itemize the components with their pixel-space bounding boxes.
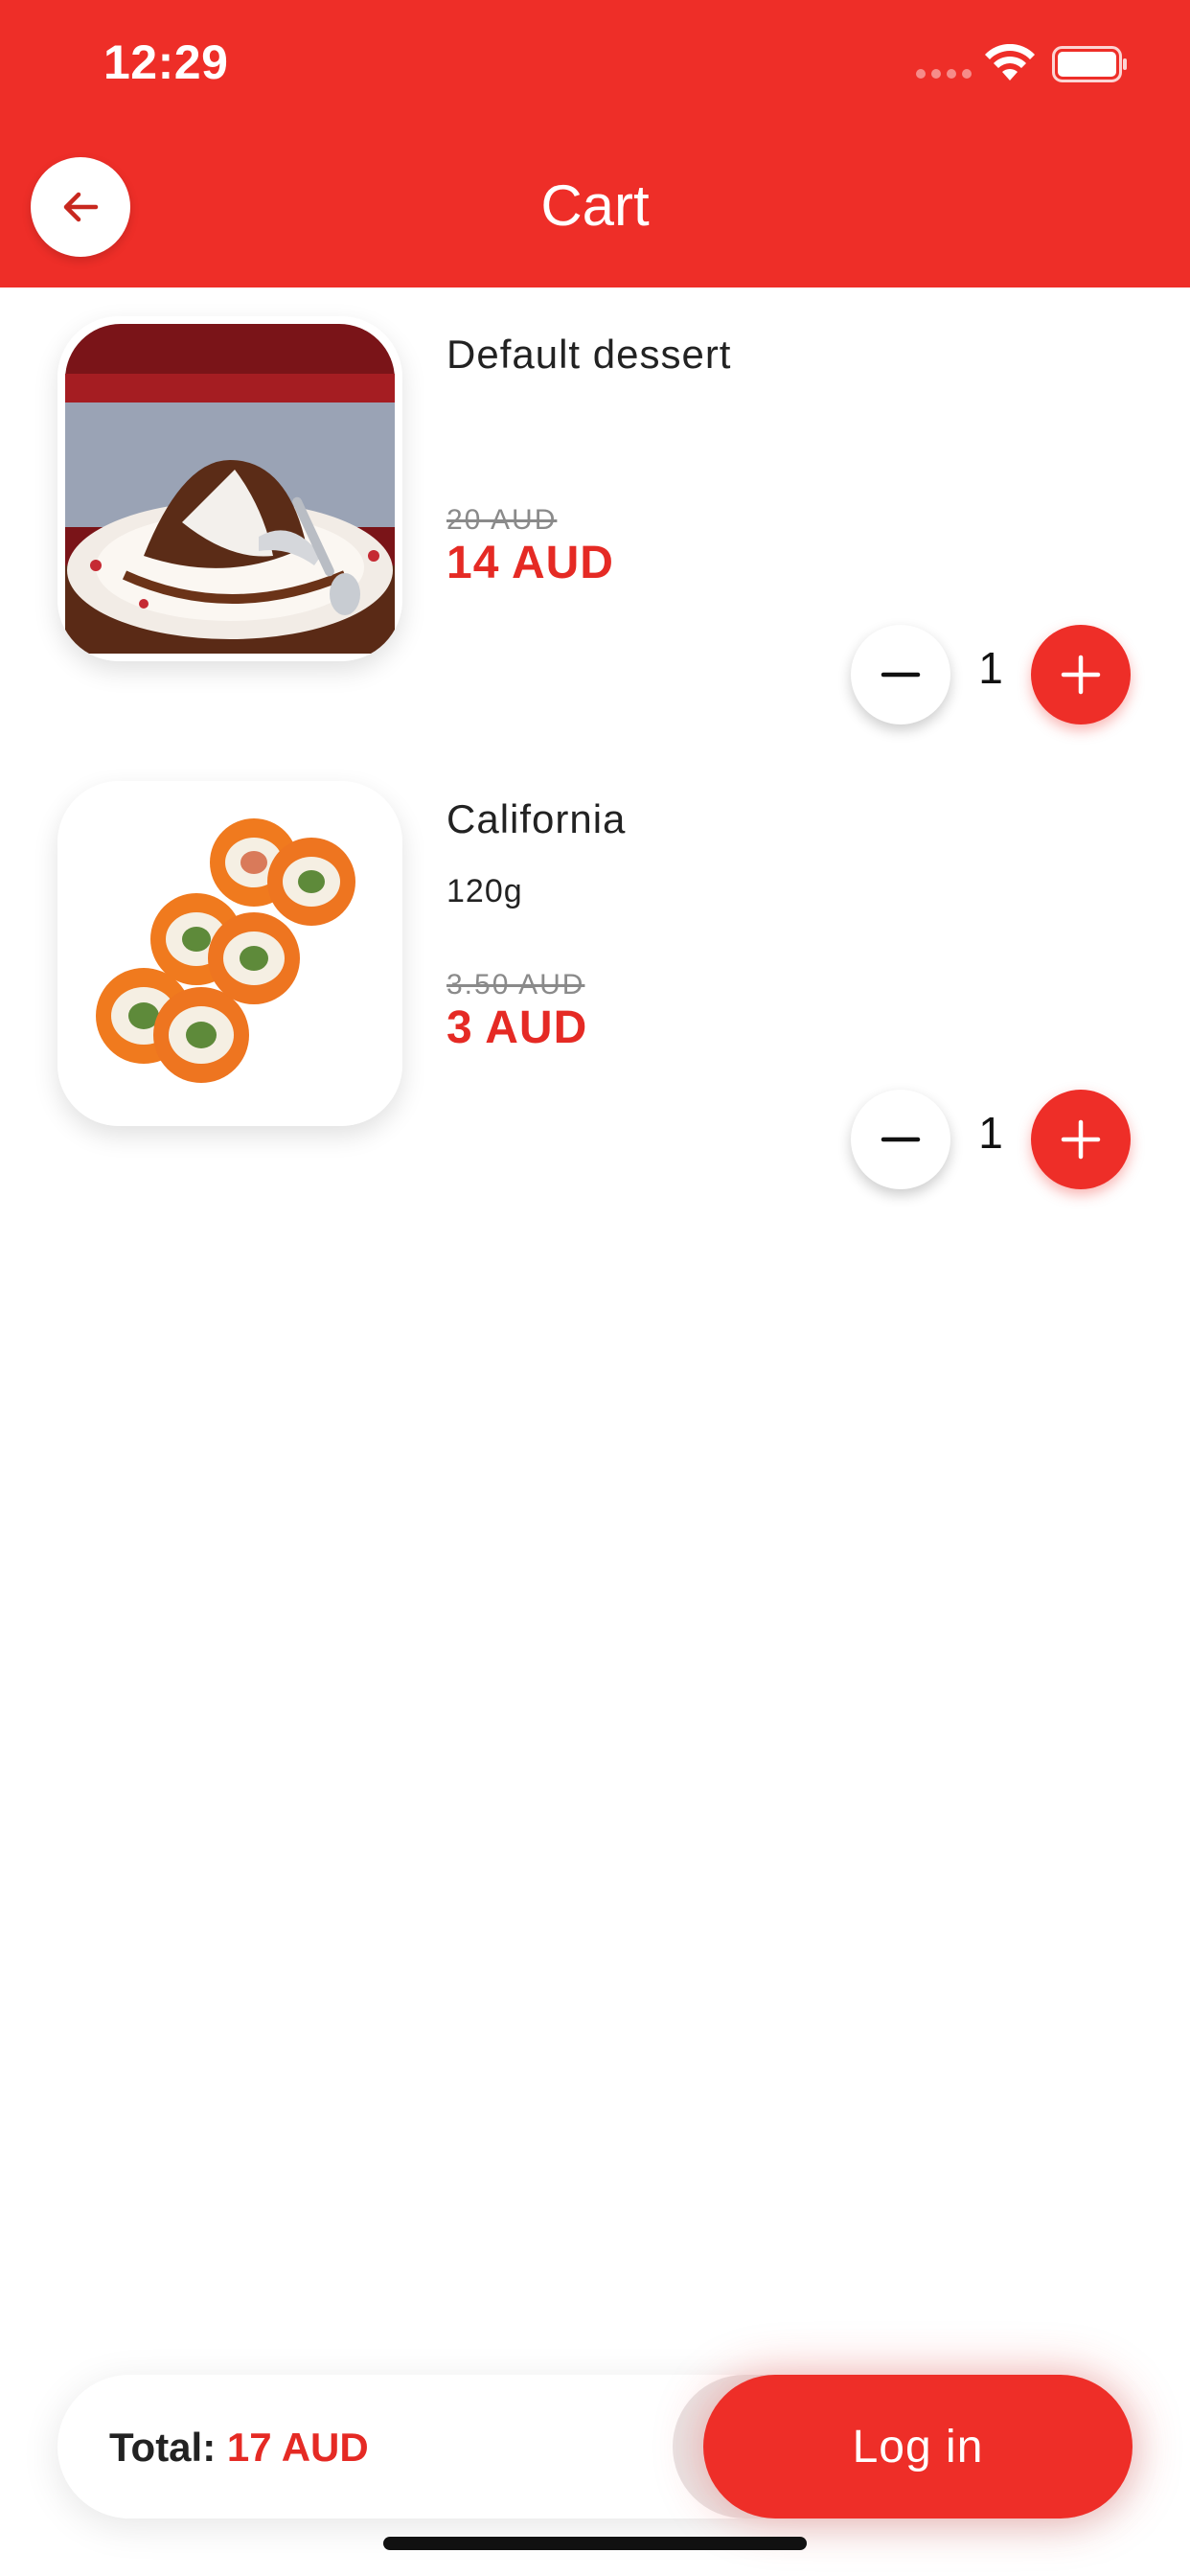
decrease-quantity-button[interactable] [851, 1090, 950, 1189]
cart-item: California 120g 3.50 AUD 3 AUD 1 [0, 781, 1190, 1189]
checkout-bar: Total: 17 AUD Log in [57, 2375, 1133, 2518]
product-name: Default dessert [446, 332, 732, 377]
quantity-value: 1 [978, 1108, 1003, 1158]
product-weight: 120g [446, 873, 523, 909]
product-image-california-roll-sushi[interactable] [57, 781, 402, 1126]
cart-item: Default dessert 20 AUD 14 AUD 1 [0, 316, 1190, 724]
battery-icon [1052, 46, 1127, 82]
product-image-chocolate-lava-cake[interactable] [57, 316, 402, 661]
total-summary: Total: 17 AUD [109, 2425, 369, 2471]
minus-icon [881, 672, 921, 678]
decrease-quantity-button[interactable] [851, 625, 950, 724]
minus-icon [881, 1137, 921, 1142]
increase-quantity-button[interactable] [1031, 625, 1131, 724]
current-price: 14 AUD [446, 538, 614, 588]
header-bar: 12:29 Cart [0, 0, 1190, 288]
old-price: 20 AUD [446, 504, 558, 536]
total-value: 17 AUD [226, 2425, 369, 2470]
status-time: 12:29 [103, 35, 229, 89]
current-price: 3 AUD [446, 1002, 588, 1053]
page-title: Cart [540, 173, 650, 238]
plus-icon [1061, 655, 1101, 695]
quantity-value: 1 [978, 643, 1003, 693]
total-label: Total: [109, 2425, 217, 2470]
home-indicator[interactable] [383, 2537, 807, 2550]
login-button[interactable]: Log in [703, 2375, 1133, 2518]
cart-screen: 12:29 Cart Default dessert 20 AUD 14 AUD… [0, 0, 1190, 2576]
increase-quantity-button[interactable] [1031, 1090, 1131, 1189]
cellular-signal-icon [916, 69, 972, 79]
plus-icon [1061, 1119, 1101, 1160]
product-name: California [446, 796, 627, 841]
wifi-icon [985, 44, 1035, 80]
old-price: 3.50 AUD [446, 969, 585, 1000]
